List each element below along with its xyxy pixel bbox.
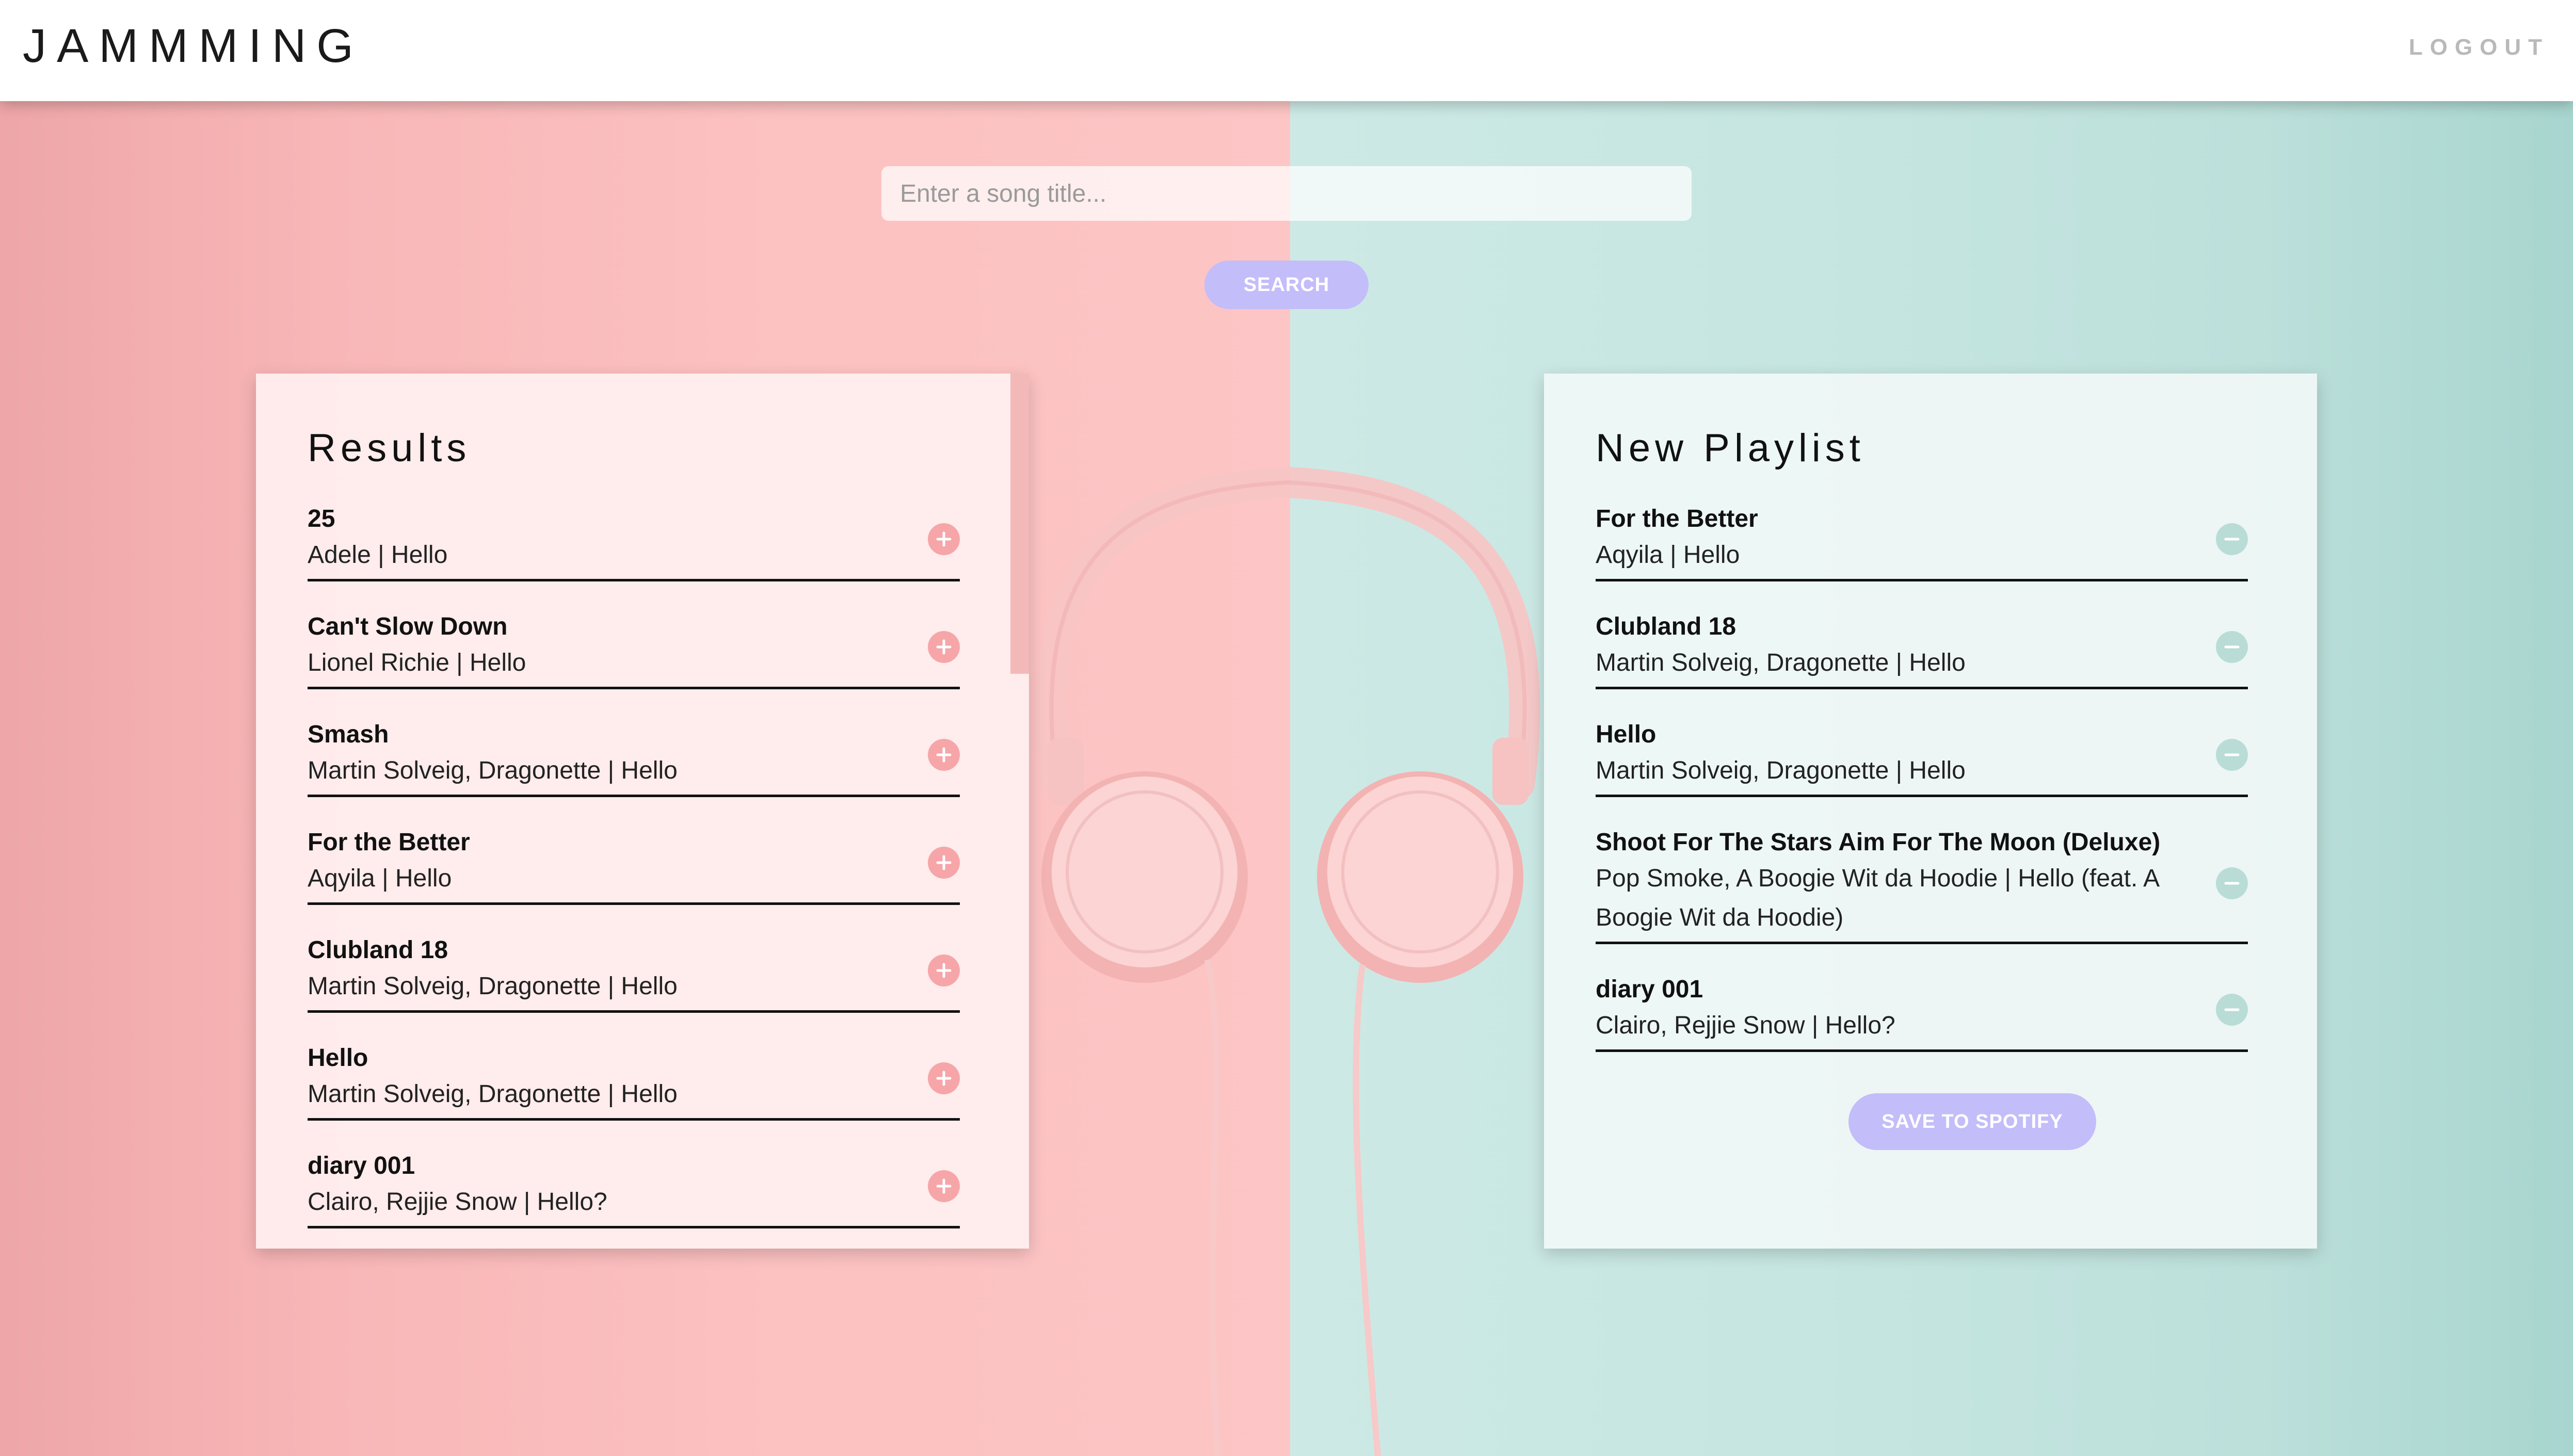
result-track: Can't Slow Down Lionel Richie | Hello (308, 610, 960, 689)
result-track: 25 Adele | Hello (308, 503, 960, 581)
playlist-track: Clubland 18 Martin Solveig, Dragonette |… (1596, 610, 2248, 689)
playlist-tracklist: For the Better Aqyila | Hello Clubland 1… (1596, 503, 2248, 1150)
plus-icon (936, 1178, 952, 1194)
add-track-button[interactable] (928, 523, 960, 555)
track-name: For the Better (1596, 505, 1758, 532)
track-name: Can't Slow Down (308, 613, 508, 640)
track-info: Clairo, Rejjie Snow | Hello? (1596, 1012, 1895, 1039)
add-track-button[interactable] (928, 739, 960, 771)
result-track: Smash Martin Solveig, Dragonette | Hello (308, 718, 960, 797)
playlist-track: For the Better Aqyila | Hello (1596, 503, 2248, 581)
playlist-track: Shoot For The Stars Aim For The Moon (De… (1596, 826, 2248, 944)
track-info: Lionel Richie | Hello (308, 649, 526, 676)
track-info: Martin Solveig, Dragonette | Hello (308, 1080, 678, 1108)
remove-track-button[interactable] (2216, 523, 2248, 555)
track-name: For the Better (308, 829, 470, 856)
add-track-button[interactable] (928, 955, 960, 986)
track-name: Shoot For The Stars Aim For The Moon (De… (1596, 829, 2161, 856)
minus-icon (2224, 645, 2240, 649)
track-name: Hello (1596, 721, 1657, 748)
minus-icon (2224, 538, 2240, 541)
result-track: Clubland 18 Martin Solveig, Dragonette |… (308, 934, 960, 1013)
track-info: Clairo, Rejjie Snow | Hello? (308, 1188, 607, 1216)
track-info: Pop Smoke, A Boogie Wit da Hoodie | Hell… (1596, 865, 2159, 931)
playlist-track: diary 001 Clairo, Rejjie Snow | Hello? (1596, 973, 2248, 1052)
results-title: Results (308, 426, 471, 470)
plus-icon (936, 963, 952, 978)
remove-track-button[interactable] (2216, 739, 2248, 771)
minus-icon (2224, 753, 2240, 756)
track-info: Adele | Hello (308, 541, 448, 569)
track-name: 25 (308, 505, 335, 532)
track-info: Martin Solveig, Dragonette | Hello (1596, 757, 1966, 784)
scrollbar-thumb[interactable] (1010, 374, 1029, 674)
search-input[interactable] (881, 166, 1692, 221)
track-info: Aqyila | Hello (308, 865, 452, 892)
add-track-button[interactable] (928, 631, 960, 663)
remove-track-button[interactable] (2216, 994, 2248, 1026)
app-logo: JAMMMING (23, 20, 364, 72)
playlist-title[interactable]: New Playlist (1596, 424, 1865, 473)
track-name: diary 001 (308, 1152, 415, 1179)
playlist-panel: New Playlist For the Better Aqyila | Hel… (1544, 374, 2317, 1249)
result-track: diary 001 Clairo, Rejjie Snow | Hello? (308, 1150, 960, 1228)
track-info: Martin Solveig, Dragonette | Hello (308, 757, 678, 784)
track-info: Martin Solveig, Dragonette | Hello (1596, 649, 1966, 676)
track-name: Smash (308, 721, 389, 748)
top-bar: JAMMMING LOGOUT (0, 0, 2573, 101)
plus-icon (936, 531, 952, 547)
track-name: Clubland 18 (1596, 613, 1736, 640)
save-to-spotify-button[interactable]: SAVE TO SPOTIFY (1848, 1093, 2096, 1150)
track-info: Aqyila | Hello (1596, 541, 1740, 569)
plus-icon (936, 747, 952, 763)
track-name: Clubland 18 (308, 936, 448, 964)
result-track: For the Better Aqyila | Hello (308, 826, 960, 905)
plus-icon (936, 639, 952, 655)
minus-icon (2224, 1008, 2240, 1011)
plus-icon (936, 1071, 952, 1086)
playlist-track: Hello Martin Solveig, Dragonette | Hello (1596, 718, 2248, 797)
plus-icon (936, 855, 952, 870)
remove-track-button[interactable] (2216, 867, 2248, 899)
remove-track-button[interactable] (2216, 631, 2248, 663)
add-track-button[interactable] (928, 847, 960, 879)
track-name: Hello (308, 1044, 368, 1072)
search-button[interactable]: SEARCH (1204, 261, 1369, 309)
track-name: diary 001 (1596, 976, 1703, 1003)
track-info: Martin Solveig, Dragonette | Hello (308, 973, 678, 1000)
logout-link[interactable]: LOGOUT (2409, 33, 2549, 62)
results-panel: Results 25 Adele | Hello Can't Slow Down… (256, 374, 1029, 1249)
add-track-button[interactable] (928, 1170, 960, 1202)
minus-icon (2224, 882, 2240, 885)
result-track: Hello Martin Solveig, Dragonette | Hello (308, 1042, 960, 1121)
add-track-button[interactable] (928, 1062, 960, 1094)
results-tracklist: 25 Adele | Hello Can't Slow Down Lionel … (308, 503, 960, 1257)
